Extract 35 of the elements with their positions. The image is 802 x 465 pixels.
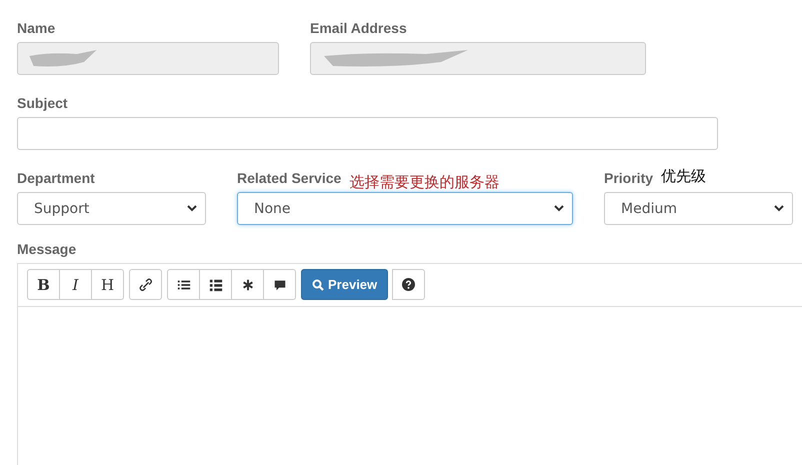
redaction-mark (28, 48, 98, 70)
toolbar-button[interactable] (129, 269, 162, 300)
chevron-down-icon (774, 205, 784, 212)
speech-bubble-icon (272, 278, 286, 292)
select-field[interactable]: Support (17, 192, 206, 225)
asterisk-icon (240, 278, 254, 292)
format-button[interactable]: B (27, 269, 60, 300)
list-icon (208, 278, 222, 292)
link-icon (138, 278, 152, 292)
field-label: Related Service (237, 170, 342, 186)
annotation-text: 选择需要更换的服务器 (349, 173, 500, 192)
question-icon (402, 278, 416, 291)
search-icon (312, 278, 324, 290)
toolbar-button[interactable] (199, 269, 232, 300)
field-label: Priority (604, 170, 654, 186)
select-field[interactable]: Medium (604, 192, 793, 225)
field-label: Department (17, 170, 95, 186)
input-field[interactable] (17, 117, 718, 150)
chevron-down-icon (187, 205, 197, 212)
field-label: Email Address (310, 20, 407, 36)
editor-area[interactable]: B I H Preview (17, 263, 802, 465)
preview-button[interactable]: Preview (301, 269, 388, 300)
field-label: Subject (17, 95, 68, 111)
select-field[interactable]: None (237, 192, 573, 225)
field-label: Name (17, 20, 56, 36)
chevron-down-icon (554, 205, 564, 212)
field-label: Message (17, 241, 76, 257)
format-button[interactable]: I (59, 269, 92, 300)
toolbar-button[interactable] (167, 269, 200, 300)
annotation-text: 优先级 (661, 167, 706, 186)
toolbar-button[interactable] (231, 269, 264, 300)
list-icon (176, 278, 190, 292)
help-button[interactable] (392, 269, 426, 300)
format-button[interactable]: H (91, 269, 124, 300)
toolbar-button[interactable] (263, 269, 296, 300)
